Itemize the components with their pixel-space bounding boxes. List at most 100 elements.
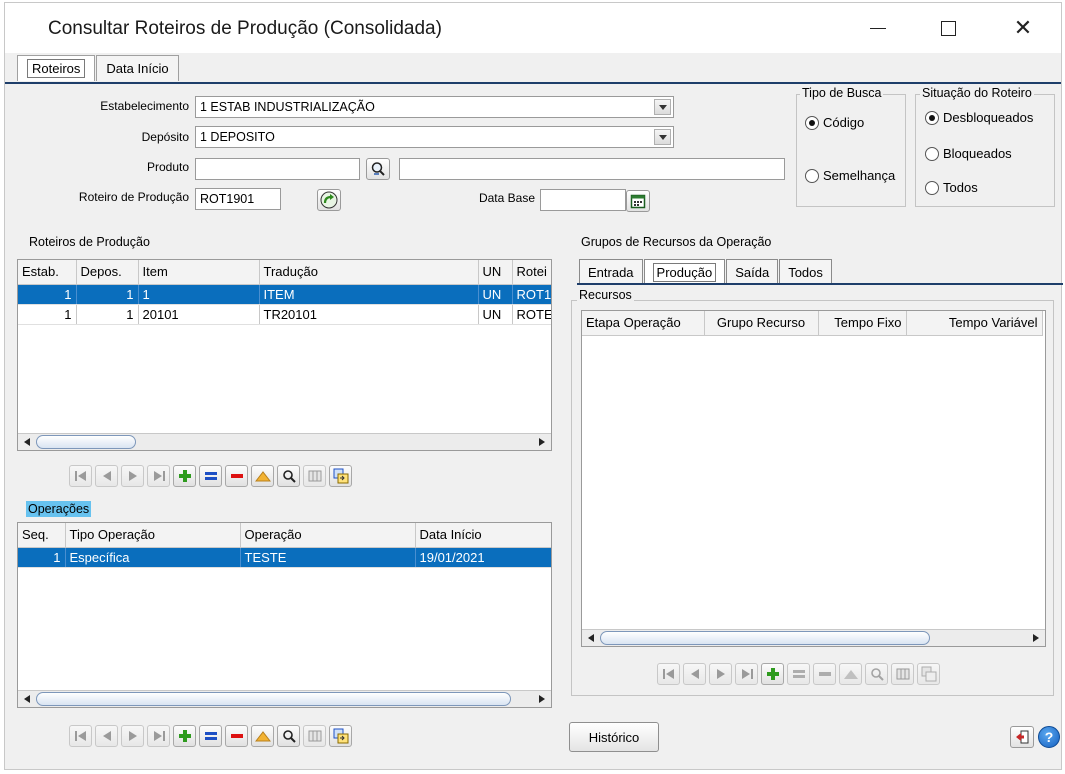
tab-saida[interactable]: Saída xyxy=(726,259,779,284)
add-button[interactable] xyxy=(173,725,196,747)
calendar-button[interactable] xyxy=(626,190,650,212)
table-row[interactable]: 1 1 1 ITEM UN ROT1 xyxy=(18,284,551,305)
prev-record-button[interactable] xyxy=(95,465,118,487)
produto-code-input[interactable] xyxy=(195,158,360,180)
produto-description-input[interactable] xyxy=(399,158,785,180)
col-tempo-variavel[interactable]: Tempo Variável xyxy=(906,311,1043,336)
search-button[interactable] xyxy=(277,725,300,747)
radio-desbloqueados[interactable]: Desbloqueados xyxy=(925,110,1033,125)
scroll-left-icon[interactable] xyxy=(24,695,30,703)
search-button[interactable] xyxy=(277,465,300,487)
remove-button[interactable] xyxy=(225,725,248,747)
first-record-button[interactable] xyxy=(69,465,92,487)
scroll-thumb[interactable] xyxy=(36,692,511,706)
export-button[interactable] xyxy=(329,725,352,747)
roteiros-hscrollbar[interactable] xyxy=(18,433,551,450)
col-estab[interactable]: Estab. xyxy=(18,260,77,285)
recursos-header: Etapa Operação Grupo Recurso Tempo Fixo … xyxy=(582,311,1043,336)
radio-codigo[interactable]: Código xyxy=(805,115,864,130)
col-tempo-fixo[interactable]: Tempo Fixo xyxy=(818,311,907,336)
scroll-thumb[interactable] xyxy=(600,631,930,645)
col-operacao[interactable]: Operação xyxy=(240,523,416,548)
prev-icon xyxy=(102,471,111,481)
prev-record-button[interactable] xyxy=(683,663,706,685)
add-button[interactable] xyxy=(761,663,784,685)
scroll-right-icon[interactable] xyxy=(539,438,545,446)
close-button[interactable]: ✕ xyxy=(988,3,1058,53)
tab-entrada[interactable]: Entrada xyxy=(579,259,643,284)
search-button[interactable] xyxy=(865,663,888,685)
col-depos[interactable]: Depos. xyxy=(76,260,139,285)
grid-view-button[interactable] xyxy=(303,725,326,747)
data-base-input[interactable] xyxy=(540,189,626,211)
radio-bloqueados[interactable]: Bloqueados xyxy=(925,146,1012,161)
last-record-button[interactable] xyxy=(147,465,170,487)
export-button[interactable] xyxy=(917,663,940,685)
roteiro-input[interactable]: ROT1901 xyxy=(195,188,281,210)
first-record-button[interactable] xyxy=(657,663,680,685)
next-icon xyxy=(128,471,137,481)
main-tabs: Roteiros Data Início xyxy=(17,55,180,81)
calendar-icon xyxy=(630,194,646,209)
tab-roteiros[interactable]: Roteiros xyxy=(17,55,96,81)
up-button[interactable] xyxy=(839,663,862,685)
export-button[interactable] xyxy=(329,465,352,487)
tab-todos[interactable]: Todos xyxy=(779,259,832,284)
roteiro-go-button[interactable] xyxy=(317,189,341,211)
col-item[interactable]: Item xyxy=(138,260,260,285)
col-traducao[interactable]: Tradução xyxy=(259,260,479,285)
grid-view-button[interactable] xyxy=(303,465,326,487)
scroll-left-icon[interactable] xyxy=(24,438,30,446)
col-seq[interactable]: Seq. xyxy=(18,523,66,548)
grupos-title: Grupos de Recursos da Operação xyxy=(581,235,772,249)
deposito-value: 1 DEPOSITO xyxy=(200,130,275,144)
edit-button[interactable] xyxy=(787,663,810,685)
table-row[interactable]: 1 1 20101 TR20101 UN ROTE xyxy=(18,304,551,325)
up-button[interactable] xyxy=(251,465,274,487)
edit-button[interactable] xyxy=(199,465,222,487)
col-un[interactable]: UN xyxy=(478,260,513,285)
prev-record-button[interactable] xyxy=(95,725,118,747)
next-record-button[interactable] xyxy=(121,465,144,487)
radio-selected-icon xyxy=(805,115,819,130)
produto-label: Produto xyxy=(146,160,189,174)
remove-button[interactable] xyxy=(813,663,836,685)
produto-search-button[interactable] xyxy=(366,158,390,180)
add-button[interactable] xyxy=(173,465,196,487)
last-record-button[interactable] xyxy=(735,663,758,685)
col-tipo-operacao[interactable]: Tipo Operação xyxy=(65,523,241,548)
first-record-button[interactable] xyxy=(69,725,92,747)
help-icon[interactable]: ? xyxy=(1038,726,1060,748)
radio-semelhanca[interactable]: Semelhança xyxy=(805,168,895,183)
exit-button[interactable] xyxy=(1010,726,1034,748)
col-roteiro[interactable]: Rotei xyxy=(512,260,551,285)
scroll-left-icon[interactable] xyxy=(588,634,594,642)
grid-view-button[interactable] xyxy=(891,663,914,685)
table-row[interactable]: 1 Específica TESTE 19/01/2021 xyxy=(18,547,551,568)
maximize-button[interactable] xyxy=(913,3,983,53)
scroll-right-icon[interactable] xyxy=(1033,634,1039,642)
col-data-inicio[interactable]: Data Início xyxy=(415,523,551,548)
radio-todos[interactable]: Todos xyxy=(925,180,978,195)
scroll-right-icon[interactable] xyxy=(539,695,545,703)
deposito-select[interactable]: 1 DEPOSITO xyxy=(195,126,674,148)
next-record-button[interactable] xyxy=(709,663,732,685)
scroll-thumb[interactable] xyxy=(36,435,136,449)
roteiros-toolbar xyxy=(69,465,352,487)
remove-button[interactable] xyxy=(225,465,248,487)
historico-button[interactable]: Histórico xyxy=(569,722,659,752)
estabelecimento-select[interactable]: 1 ESTAB INDUSTRIALIZAÇÃO xyxy=(195,96,674,118)
last-record-button[interactable] xyxy=(147,725,170,747)
up-button[interactable] xyxy=(251,725,274,747)
tab-data-inicio[interactable]: Data Início xyxy=(96,55,179,81)
col-etapa-operacao[interactable]: Etapa Operação xyxy=(582,311,705,336)
minimize-button[interactable] xyxy=(843,3,913,53)
next-record-button[interactable] xyxy=(121,725,144,747)
tab-producao[interactable]: Produção xyxy=(643,259,726,284)
grupos-tabs: Entrada Produção Saída Todos xyxy=(579,259,833,284)
edit-button[interactable] xyxy=(199,725,222,747)
col-grupo-recurso[interactable]: Grupo Recurso xyxy=(704,311,819,336)
recursos-hscrollbar[interactable] xyxy=(582,629,1045,646)
operacoes-hscrollbar[interactable] xyxy=(18,690,551,707)
equals-icon xyxy=(204,732,217,740)
